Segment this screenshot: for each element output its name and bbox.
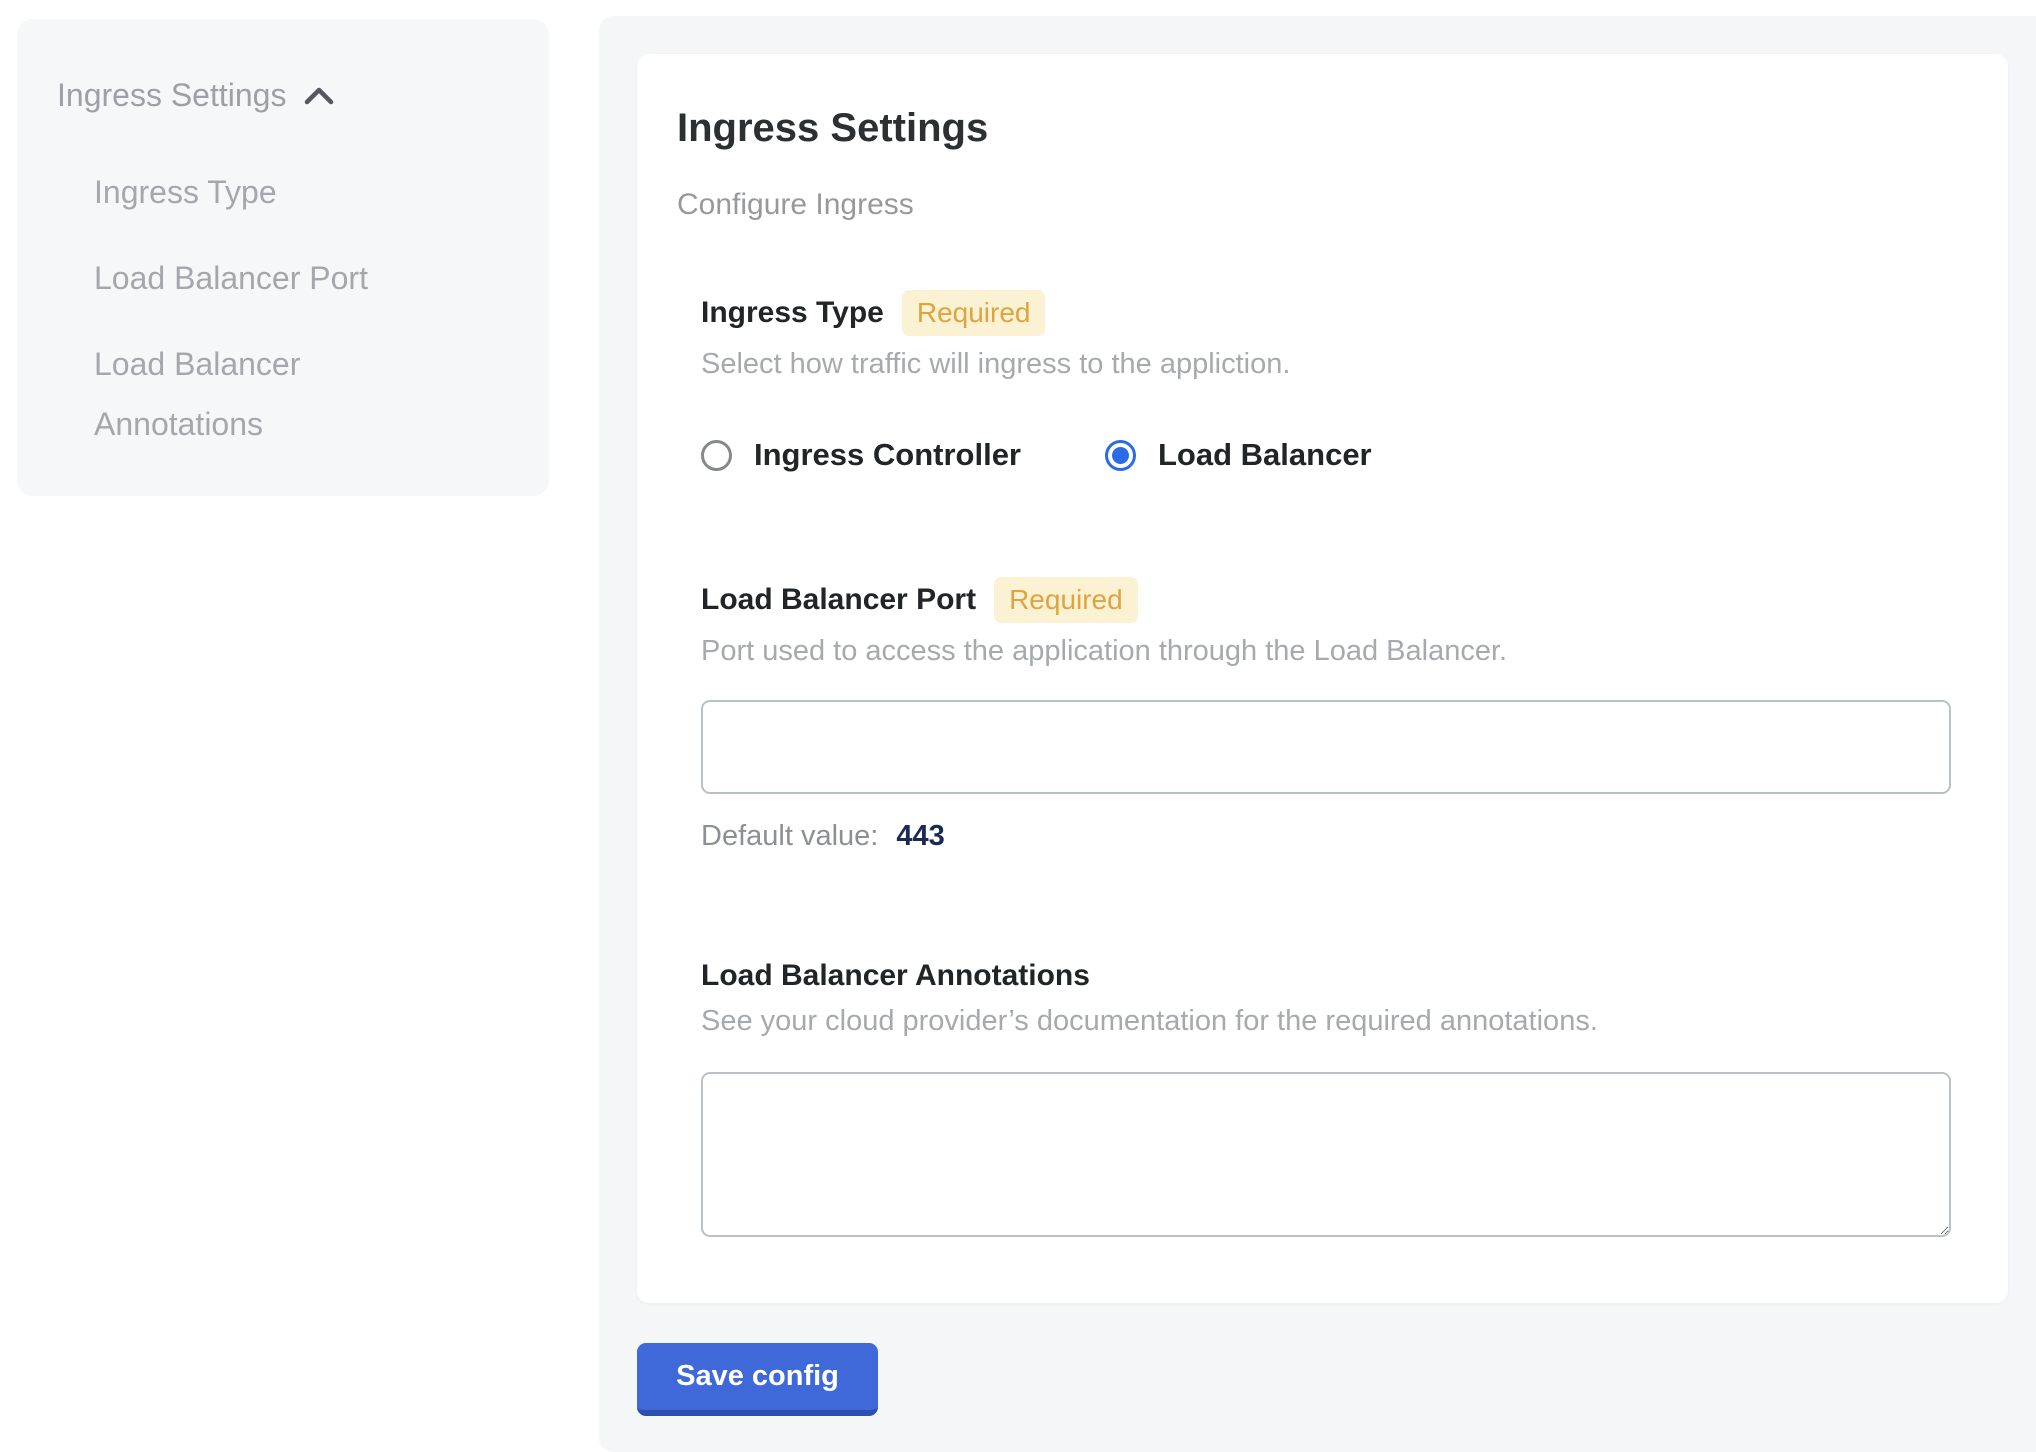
load-balancer-annotations-label: Load Balancer Annotations <box>701 959 1090 993</box>
radio-option-load-balancer[interactable]: Load Balancer <box>1105 437 1372 473</box>
sidebar-item-load-balancer-annotations[interactable]: Load Balancer Annotations <box>94 334 434 454</box>
field-load-balancer-port: Load Balancer Port Required Port used to… <box>701 577 1951 853</box>
chevron-up-icon <box>302 84 336 108</box>
radio-label-load-balancer: Load Balancer <box>1158 437 1372 473</box>
load-balancer-port-help: Port used to access the application thro… <box>701 635 1951 668</box>
load-balancer-port-label: Load Balancer Port <box>701 583 976 617</box>
radio-dot <box>1112 447 1129 464</box>
sidebar-item-load-balancer-port[interactable]: Load Balancer Port <box>94 248 434 308</box>
main-panel: Ingress Settings Configure Ingress Ingre… <box>599 16 2036 1452</box>
ingress-settings-card: Ingress Settings Configure Ingress Ingre… <box>637 54 2008 1303</box>
sidebar-section-ingress-settings[interactable]: Ingress Settings <box>57 77 509 114</box>
default-value-label: Default value: <box>701 820 878 852</box>
ingress-type-radio-group: Ingress Controller Load Balancer <box>701 437 1951 473</box>
radio-option-ingress-controller[interactable]: Ingress Controller <box>701 437 1021 473</box>
required-badge: Required <box>994 577 1138 623</box>
load-balancer-annotations-textarea[interactable] <box>701 1072 1951 1237</box>
field-load-balancer-annotations: Load Balancer Annotations See your cloud… <box>701 959 1951 1237</box>
load-balancer-annotations-help: See your cloud provider’s documentation … <box>701 1005 1951 1038</box>
required-badge: Required <box>902 290 1046 336</box>
save-config-button[interactable]: Save config <box>637 1343 878 1416</box>
radio-selected-icon <box>1105 440 1136 471</box>
radio-unselected-icon <box>701 440 732 471</box>
load-balancer-port-input[interactable] <box>701 700 1951 794</box>
radio-label-ingress-controller: Ingress Controller <box>754 437 1021 473</box>
ingress-type-label: Ingress Type <box>701 296 884 330</box>
default-value-number: 443 <box>896 820 944 852</box>
default-value-line: Default value: 443 <box>701 820 1951 853</box>
sidebar-item-list: Ingress Type Load Balancer Port Load Bal… <box>57 162 509 454</box>
settings-sidebar: Ingress Settings Ingress Type Load Balan… <box>17 19 549 496</box>
sidebar-section-label: Ingress Settings <box>57 77 286 114</box>
ingress-type-help: Select how traffic will ingress to the a… <box>701 348 1951 381</box>
page-title: Ingress Settings <box>677 104 1968 152</box>
page-subtitle: Configure Ingress <box>677 188 1968 222</box>
field-ingress-type: Ingress Type Required Select how traffic… <box>701 290 1951 473</box>
sidebar-item-ingress-type[interactable]: Ingress Type <box>94 162 434 222</box>
